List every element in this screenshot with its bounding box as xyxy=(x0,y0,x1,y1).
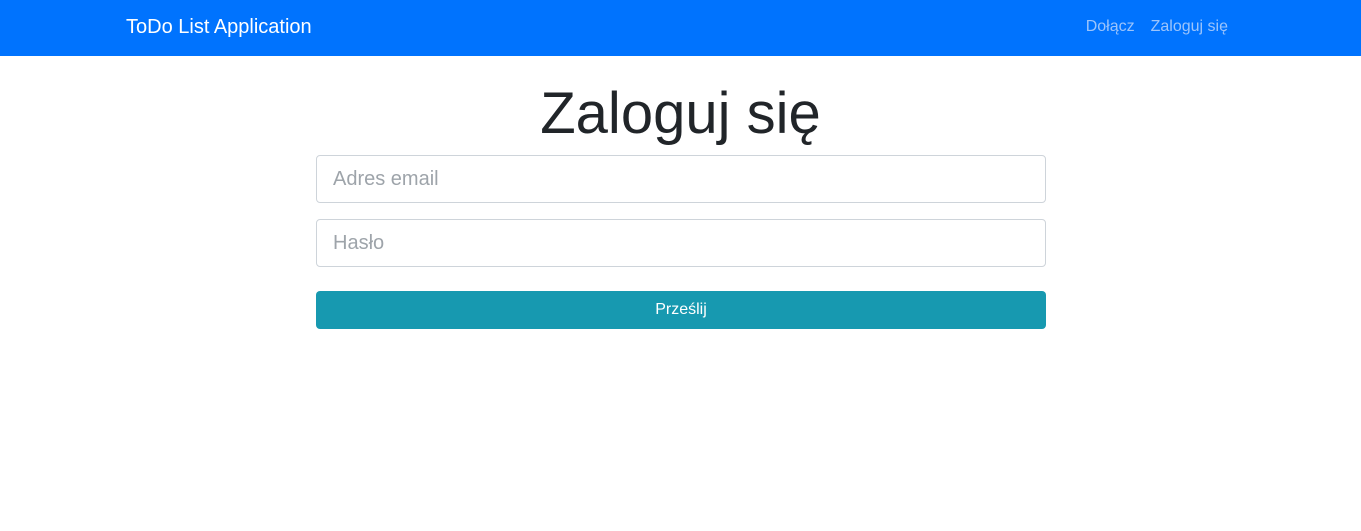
password-input[interactable] xyxy=(316,219,1046,267)
nav-link-join[interactable]: Dołącz xyxy=(1086,18,1135,36)
nav-links: Dołącz Zaloguj się xyxy=(1086,18,1228,36)
navbar: ToDo List Application Dołącz Zaloguj się xyxy=(0,0,1361,56)
brand-link[interactable]: ToDo List Application xyxy=(126,16,312,39)
submit-button[interactable]: Prześlij xyxy=(316,291,1046,329)
email-input[interactable] xyxy=(316,155,1046,203)
page-title: Zaloguj się xyxy=(540,81,821,146)
login-form: Prześlij xyxy=(316,155,1046,329)
nav-link-login[interactable]: Zaloguj się xyxy=(1151,18,1228,36)
